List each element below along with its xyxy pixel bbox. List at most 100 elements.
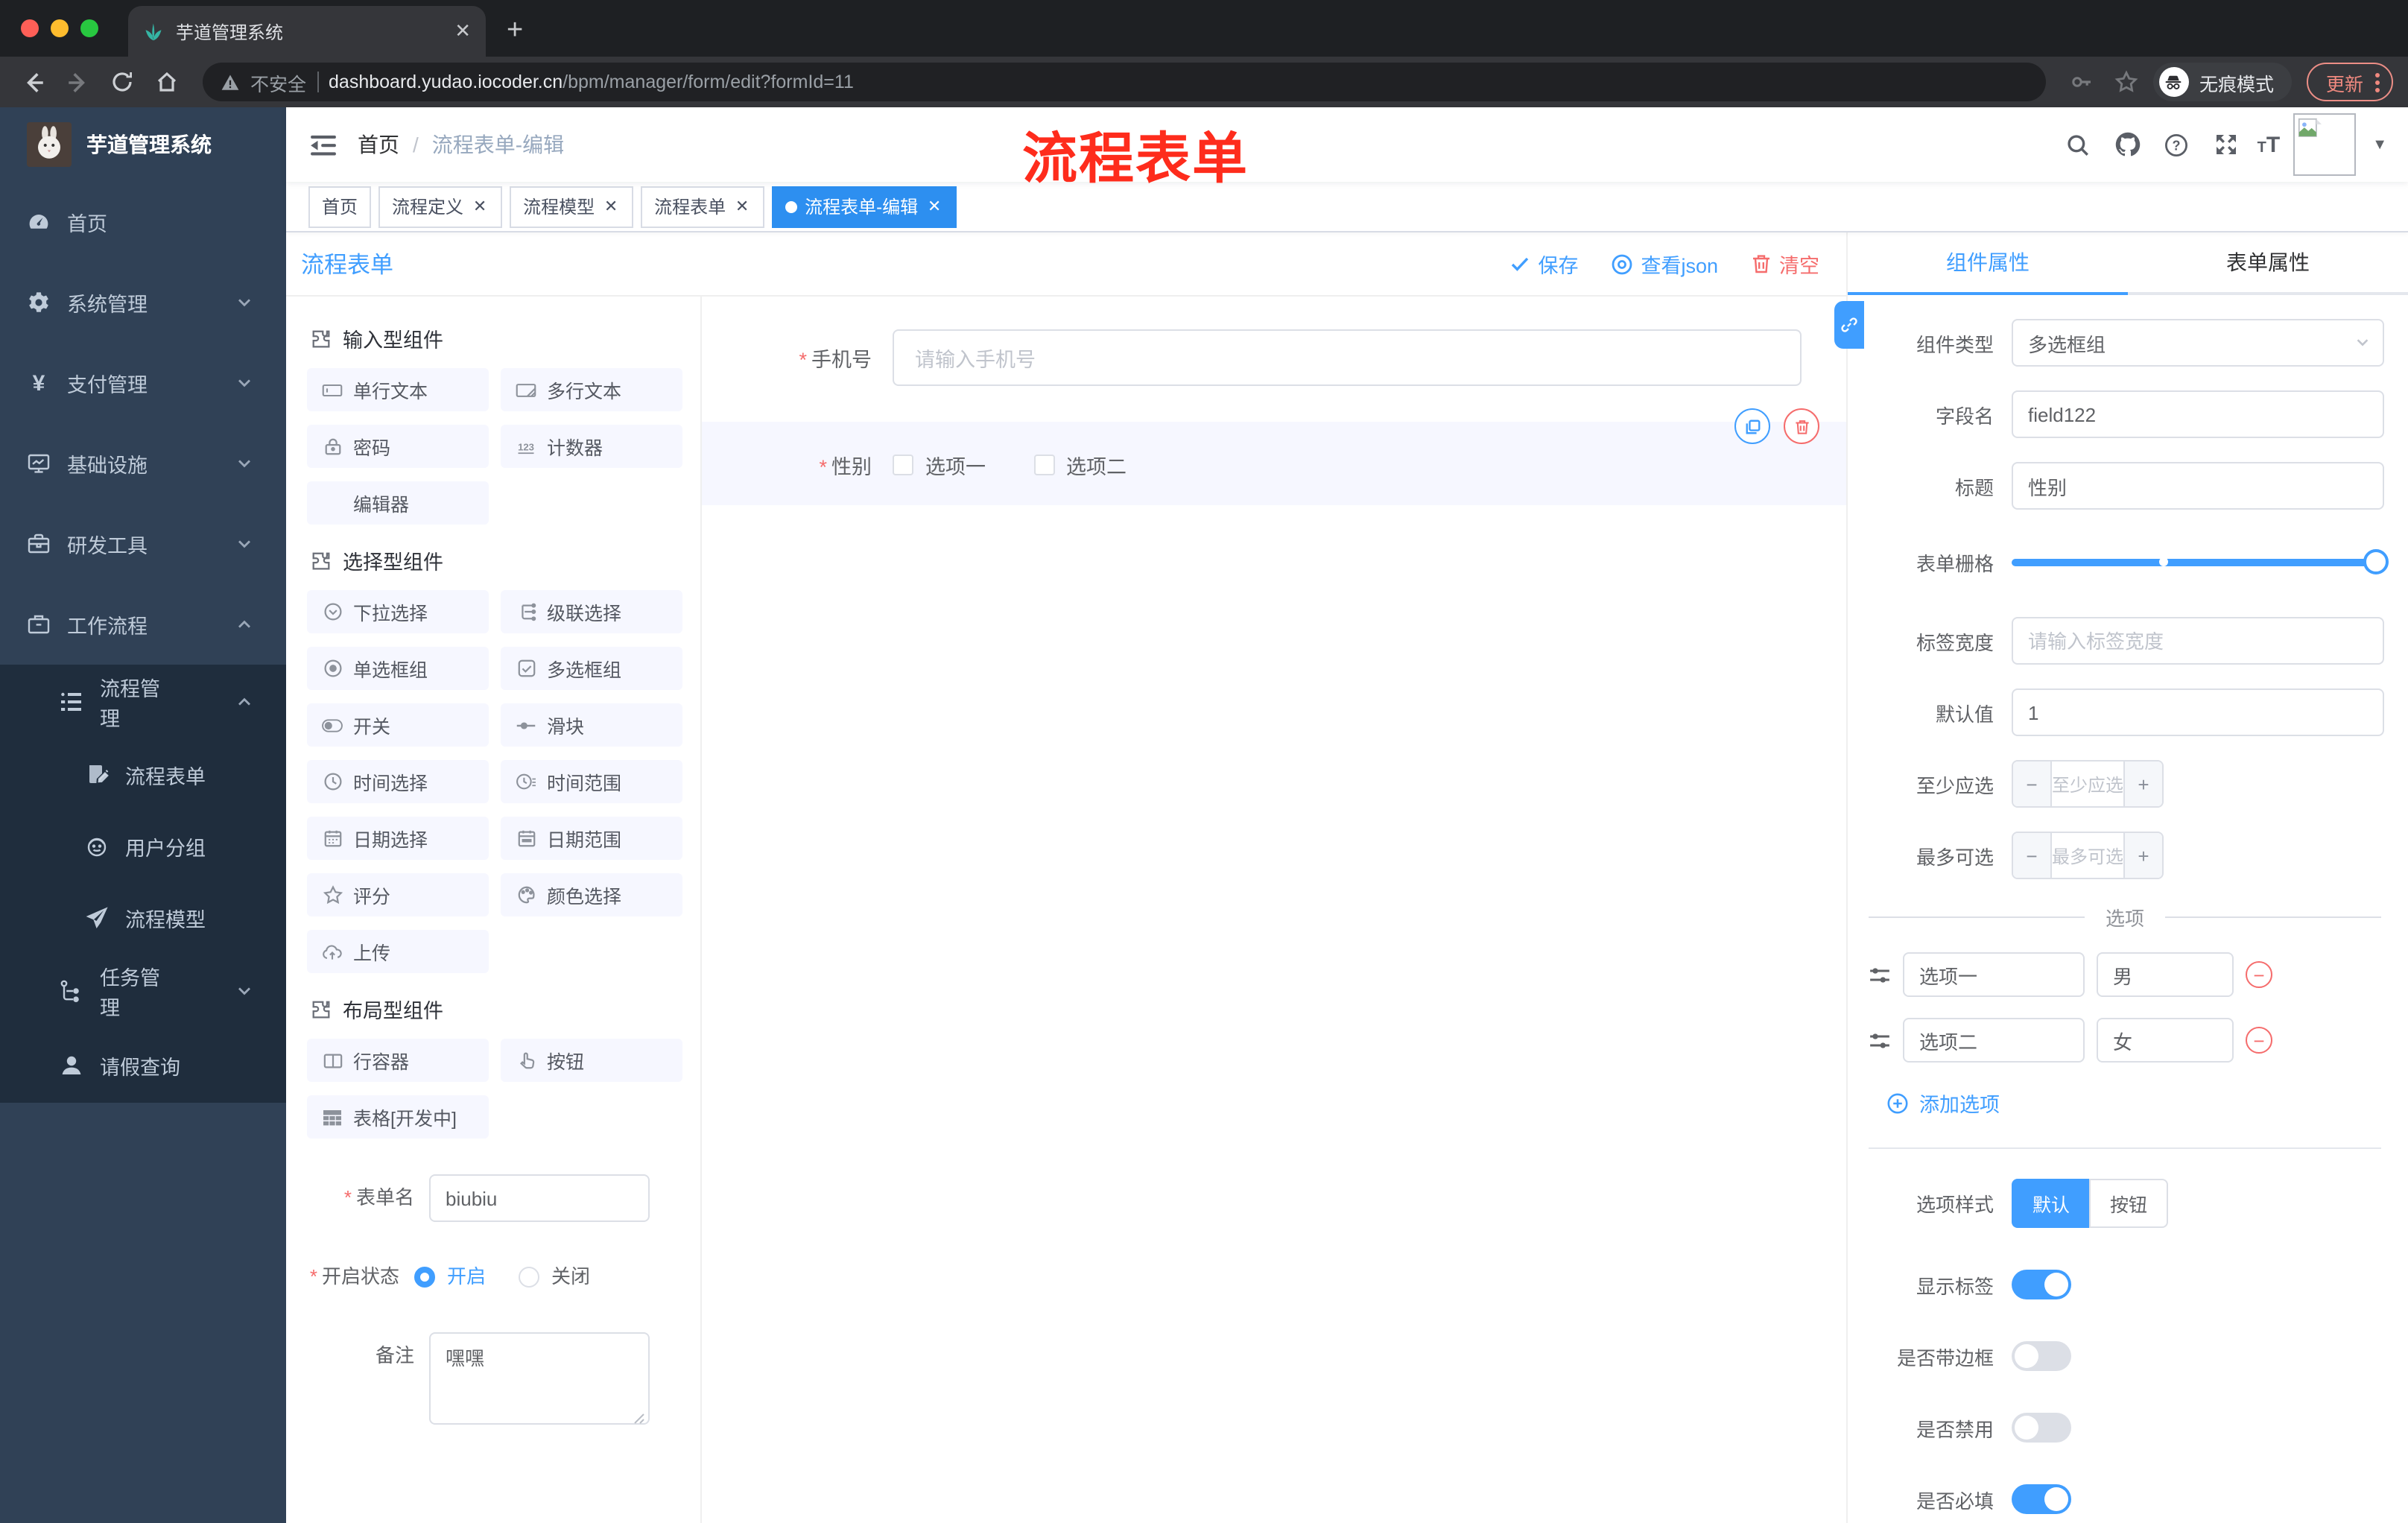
palette-chip[interactable]: 时间选择 xyxy=(307,760,489,803)
save-button[interactable]: 保存 xyxy=(1509,249,1578,279)
component-type-select[interactable] xyxy=(2012,319,2384,367)
switch-required[interactable] xyxy=(2012,1484,2071,1514)
palette-chip[interactable]: 按钮 xyxy=(501,1039,682,1082)
slider-handle[interactable] xyxy=(2363,549,2389,574)
phone-input[interactable]: 请输入手机号 xyxy=(893,329,1802,386)
palette-chip[interactable]: 123 计数器 xyxy=(501,425,682,468)
stepper-plus-button[interactable]: + xyxy=(2123,762,2162,806)
sidebar-item-home[interactable]: 首页 xyxy=(0,182,286,262)
radio-on[interactable] xyxy=(414,1267,435,1288)
sidebar-item-task-mgmt[interactable]: 任务管理 xyxy=(0,954,286,1028)
reload-button[interactable] xyxy=(104,64,140,100)
form-remark-textarea[interactable]: 嘿嘿 xyxy=(429,1332,650,1425)
tag-process-def[interactable]: 流程定义 ✕ xyxy=(378,186,503,227)
home-button[interactable] xyxy=(149,64,185,100)
checkbox-icon[interactable] xyxy=(1033,455,1054,475)
tag-close-icon[interactable]: ✕ xyxy=(602,197,620,216)
option-label-input[interactable] xyxy=(1903,952,2085,997)
palette-chip[interactable]: 日期范围 xyxy=(501,817,682,860)
drag-handle-icon[interactable] xyxy=(1869,965,1891,984)
option-style-button[interactable]: 按钮 xyxy=(2089,1179,2169,1228)
tag-process-form[interactable]: 流程表单 ✕ xyxy=(641,186,765,227)
sidebar-item-process-form[interactable]: 流程表单 xyxy=(0,739,286,811)
sidebar-item-infra[interactable]: 基础设施 xyxy=(0,423,286,504)
window-controls[interactable] xyxy=(21,19,98,37)
palette-chip[interactable]: 行容器 xyxy=(307,1039,489,1082)
palette-chip[interactable]: 多选框组 xyxy=(501,647,682,690)
form-grid-slider[interactable] xyxy=(2012,538,2389,586)
tag-process-model[interactable]: 流程模型 ✕ xyxy=(510,186,634,227)
sidebar-item-devtools[interactable]: 研发工具 xyxy=(0,504,286,584)
browser-menu-icon[interactable] xyxy=(2375,72,2380,92)
bookmark-star-icon[interactable] xyxy=(2108,64,2144,100)
sidebar-item-process-model[interactable]: 流程模型 xyxy=(0,882,286,954)
gender-option[interactable]: 选项一 xyxy=(893,450,986,480)
breadcrumb-home[interactable]: 首页 xyxy=(358,130,399,159)
tag-close-icon[interactable]: ✕ xyxy=(925,197,943,216)
checkbox-icon[interactable] xyxy=(893,455,913,475)
palette-chip[interactable]: 级联选择 xyxy=(501,590,682,633)
palette-chip[interactable]: 日期选择 xyxy=(307,817,489,860)
search-icon[interactable] xyxy=(2061,127,2097,162)
palette-chip[interactable]: 颜色选择 xyxy=(501,873,682,916)
switch-disabled[interactable] xyxy=(2012,1413,2071,1443)
option-value-input[interactable] xyxy=(2097,952,2234,997)
user-avatar[interactable] xyxy=(2293,113,2357,176)
drag-handle-icon[interactable] xyxy=(1869,1030,1891,1050)
resize-grip-icon[interactable] xyxy=(633,1413,645,1425)
palette-chip[interactable]: 滑块 xyxy=(501,703,682,747)
field-name-input[interactable] xyxy=(2012,390,2384,438)
switch-bordered[interactable] xyxy=(2012,1341,2071,1371)
form-canvas[interactable]: * 手机号 请输入手机号 * 性别 选项一 选项二 xyxy=(702,297,1846,1523)
update-browser-button[interactable]: 更新 xyxy=(2306,63,2393,101)
close-window-button[interactable] xyxy=(21,19,39,37)
form-name-input[interactable] xyxy=(429,1174,650,1222)
stepper-minus-button[interactable]: − xyxy=(2013,833,2052,878)
gender-option[interactable]: 选项二 xyxy=(1033,450,1127,480)
stepper-minus-button[interactable]: − xyxy=(2013,762,2052,806)
palette-chip[interactable]: 密码 xyxy=(307,425,489,468)
label-width-input[interactable] xyxy=(2012,617,2384,665)
delete-component-button[interactable] xyxy=(1784,408,1819,444)
palette-chip[interactable]: 单选框组 xyxy=(307,647,489,690)
remove-option-button[interactable]: − xyxy=(2246,961,2272,988)
sidebar-item-leave-query[interactable]: 请假查询 xyxy=(0,1028,286,1103)
address-bar[interactable]: 不安全 dashboard.yudao.iocoder.cn/bpm/manag… xyxy=(203,63,2046,101)
palette-chip[interactable]: 多行文本 xyxy=(501,368,682,411)
forward-button[interactable] xyxy=(60,64,95,100)
new-tab-button[interactable]: + xyxy=(507,15,523,48)
palette-chip[interactable]: 时间范围 xyxy=(501,760,682,803)
sidebar-item-workflow[interactable]: 工作流程 xyxy=(0,584,286,665)
tab-close-icon[interactable]: ✕ xyxy=(454,19,471,43)
sidebar-item-payment[interactable]: ¥ 支付管理 xyxy=(0,343,286,423)
option-value-input[interactable] xyxy=(2097,1018,2234,1063)
palette-chip[interactable]: 表格[开发中] xyxy=(307,1095,489,1139)
option-label-input[interactable] xyxy=(1903,1018,2085,1063)
avatar-caret-icon[interactable]: ▼ xyxy=(2372,136,2387,153)
default-value-input[interactable] xyxy=(2012,688,2384,736)
github-icon[interactable] xyxy=(2110,127,2146,162)
palette-chip[interactable]: 开关 xyxy=(307,703,489,747)
canvas-field-phone[interactable]: * 手机号 请输入手机号 xyxy=(744,329,1802,386)
back-button[interactable] xyxy=(15,64,51,100)
palette-chip[interactable]: 单行文本 xyxy=(307,368,489,411)
browser-tab[interactable]: 芋道管理系统 ✕ xyxy=(128,6,486,57)
sidebar-item-user-group[interactable]: 用户分组 xyxy=(0,811,286,882)
tab-component-props[interactable]: 组件属性 xyxy=(1848,232,2128,292)
password-key-icon[interactable] xyxy=(2064,64,2100,100)
help-icon[interactable]: ? xyxy=(2159,127,2195,162)
view-json-button[interactable]: 查看json xyxy=(1611,249,1718,279)
clear-button[interactable]: 清空 xyxy=(1751,249,1819,279)
palette-chip[interactable]: 评分 xyxy=(307,873,489,916)
tag-close-icon[interactable]: ✕ xyxy=(471,197,489,216)
minimize-window-button[interactable] xyxy=(51,19,69,37)
radio-off[interactable] xyxy=(519,1267,540,1288)
tag-close-icon[interactable]: ✕ xyxy=(733,197,751,216)
remove-option-button[interactable]: − xyxy=(2246,1027,2272,1054)
app-logo[interactable]: 芋道管理系统 xyxy=(0,107,286,182)
sidebar-item-process-mgmt[interactable]: 流程管理 xyxy=(0,665,286,739)
maximize-window-button[interactable] xyxy=(80,19,98,37)
font-size-icon[interactable]: TT xyxy=(2258,132,2281,157)
option-style-default[interactable]: 默认 xyxy=(2012,1179,2090,1228)
sidebar-item-system[interactable]: 系统管理 xyxy=(0,262,286,343)
